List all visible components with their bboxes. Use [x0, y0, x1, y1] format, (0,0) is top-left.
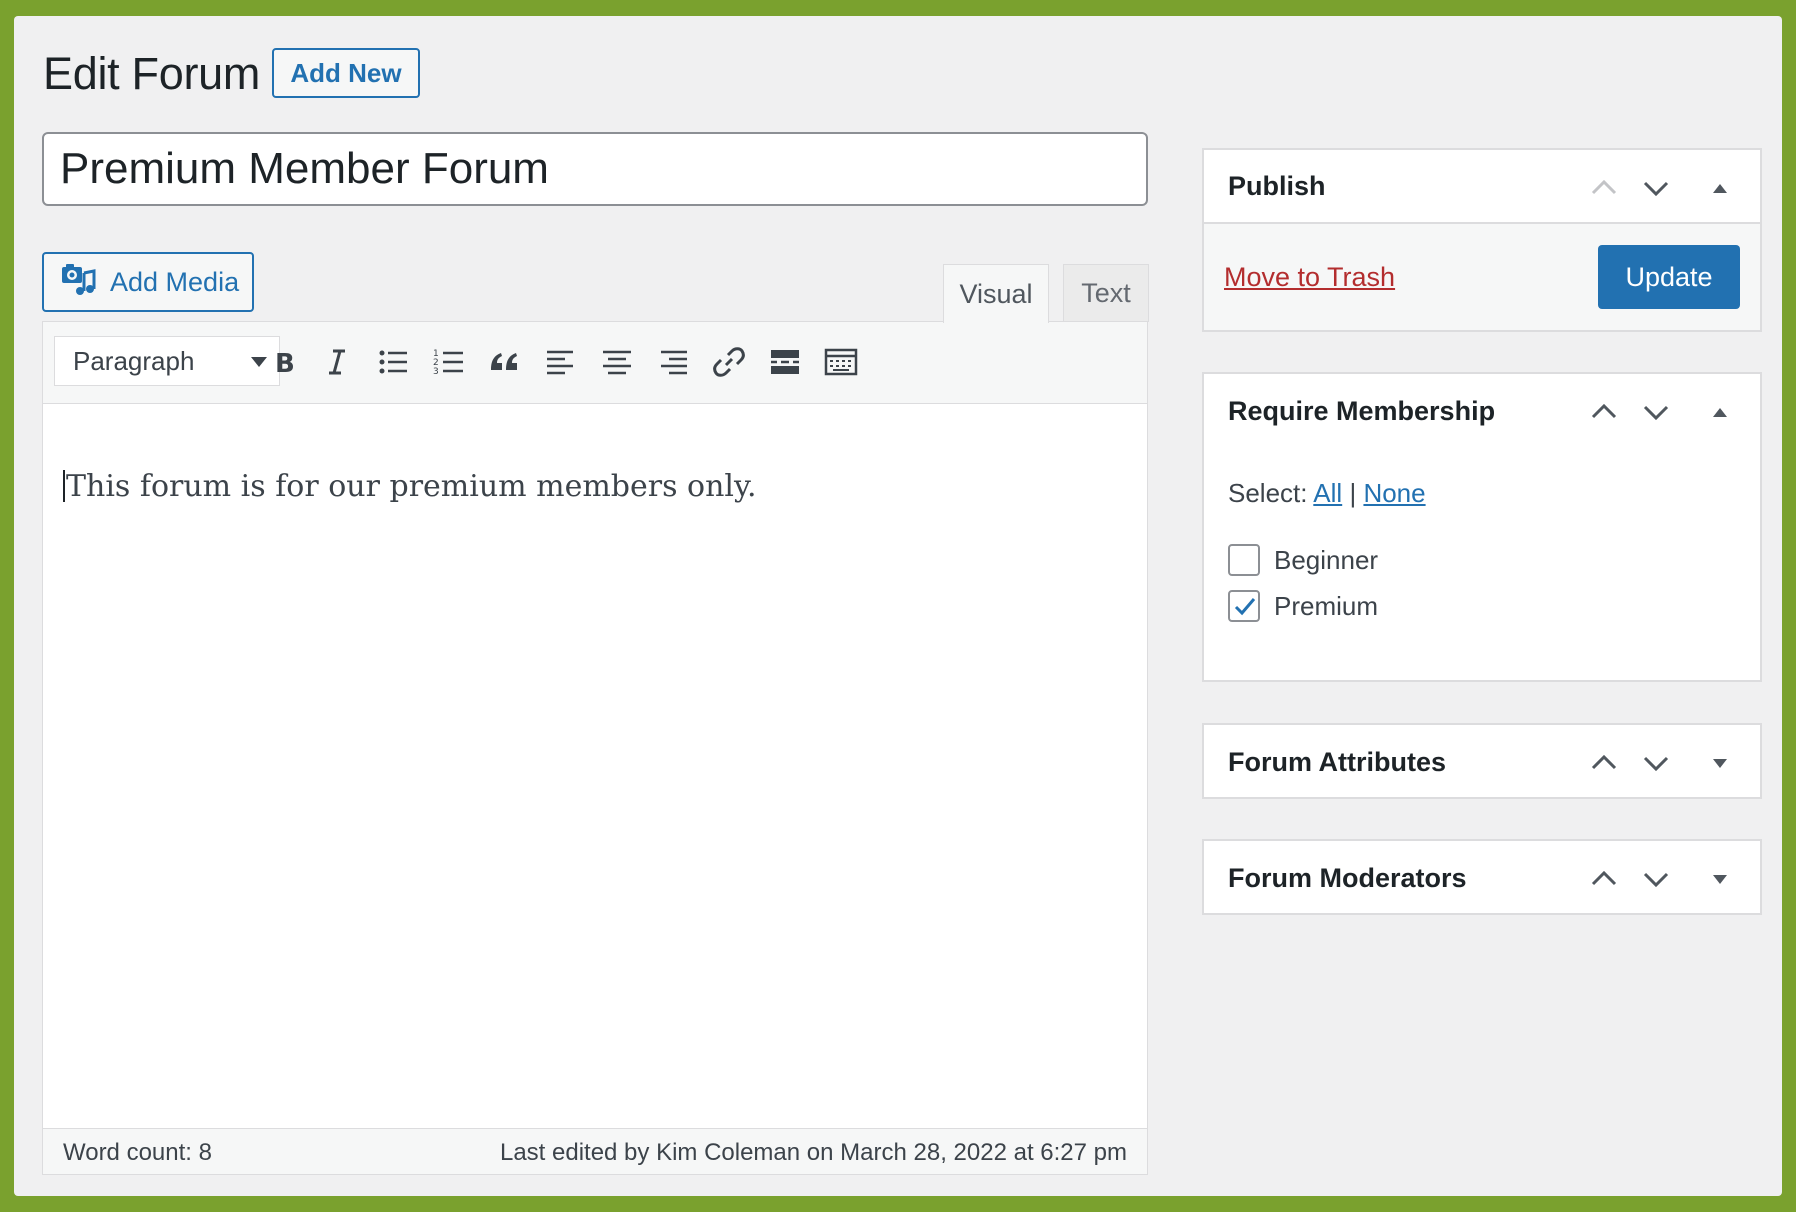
numbered-list-button[interactable]: 1 2 3	[427, 340, 471, 384]
level-label: Premium	[1274, 590, 1379, 621]
add-media-label: Add Media	[110, 266, 240, 297]
bold-button[interactable]: B	[261, 340, 305, 384]
italic-button[interactable]	[315, 340, 359, 384]
editor-statusbar: Word count: 8 Last edited by Kim Coleman…	[43, 1128, 1147, 1174]
chevron-down-icon	[1643, 405, 1669, 421]
triangle-down-icon	[1713, 875, 1727, 884]
beginner-checkbox[interactable]	[1228, 544, 1260, 576]
svg-text:3: 3	[433, 367, 439, 377]
align-center-button[interactable]	[595, 340, 639, 384]
bulleted-list-icon	[379, 350, 407, 374]
select-all-link[interactable]: All	[1313, 478, 1342, 508]
toggle-panel-button[interactable]	[1698, 857, 1742, 901]
page-title: Edit Forum	[43, 48, 261, 99]
move-down-button[interactable]	[1634, 741, 1678, 785]
attributes-box-title: Forum Attributes	[1228, 746, 1446, 777]
add-new-button[interactable]: Add New	[272, 48, 420, 98]
format-select[interactable]: Paragraph	[54, 336, 280, 386]
moderators-box-header: Forum Moderators	[1204, 841, 1760, 915]
align-center-icon	[603, 350, 631, 375]
triangle-down-icon	[1713, 759, 1727, 768]
chevron-up-icon	[1591, 754, 1617, 770]
toolbar-toggle-button[interactable]	[819, 340, 863, 384]
publish-box: Publish Move to Trash Update	[1202, 148, 1762, 332]
level-premium[interactable]: Premium	[1228, 590, 1378, 622]
link-icon	[713, 347, 745, 377]
publish-box-title: Publish	[1228, 170, 1326, 201]
chevron-up-icon	[1591, 179, 1617, 195]
forum-attributes-box: Forum Attributes	[1202, 723, 1762, 799]
editor-toolbar: Paragraph B 1 2 3	[43, 322, 1147, 404]
link-button[interactable]	[707, 340, 751, 384]
premium-checkbox[interactable]	[1228, 590, 1260, 622]
bold-icon: B	[275, 349, 295, 379]
chevron-down-icon	[1643, 756, 1669, 772]
move-down-button[interactable]	[1634, 166, 1678, 210]
add-media-button[interactable]: Add Media	[42, 252, 254, 312]
moderators-box-title: Forum Moderators	[1228, 862, 1467, 893]
content-editor: Paragraph B 1 2 3 This forum is for our …	[42, 321, 1148, 1175]
italic-icon	[329, 349, 345, 375]
last-edited: Last edited by Kim Coleman on March 28, …	[499, 1139, 1127, 1166]
read-more-button[interactable]	[763, 340, 807, 384]
require-membership-box: Require Membership Select: All | None Be…	[1202, 372, 1762, 682]
level-beginner[interactable]: Beginner	[1228, 544, 1378, 576]
update-button[interactable]: Update	[1598, 245, 1740, 309]
editor-content[interactable]: This forum is for our premium members on…	[63, 469, 757, 504]
align-right-icon	[661, 350, 687, 375]
membership-box-title: Require Membership	[1228, 395, 1496, 426]
blockquote-icon	[491, 353, 517, 370]
chevron-up-icon	[1591, 403, 1617, 419]
text-cursor	[63, 470, 65, 502]
select-none-link[interactable]: None	[1363, 478, 1425, 508]
word-count: Word count: 8	[63, 1139, 212, 1166]
numbered-list-icon: 1 2 3	[433, 349, 463, 377]
toggle-panel-button[interactable]	[1698, 390, 1742, 434]
chevron-down-icon	[1643, 181, 1669, 197]
membership-box-header: Require Membership	[1204, 374, 1760, 448]
toggle-panel-button[interactable]	[1698, 166, 1742, 210]
publish-actions: Move to Trash Update	[1204, 224, 1760, 330]
content-text: This forum is for our premium members on…	[66, 469, 757, 504]
forum-moderators-box: Forum Moderators	[1202, 839, 1762, 915]
attributes-box-header: Forum Attributes	[1204, 725, 1760, 799]
move-down-button[interactable]	[1634, 390, 1678, 434]
format-select-value: Paragraph	[73, 345, 195, 376]
triangle-up-icon	[1713, 408, 1727, 417]
move-to-trash-link[interactable]: Move to Trash	[1224, 262, 1395, 293]
admin-frame: Edit Forum Add New Add Media Visual Text…	[14, 16, 1782, 1196]
chevron-up-icon	[1591, 870, 1617, 886]
tab-visual[interactable]: Visual	[943, 264, 1049, 323]
checkmark-icon	[1234, 598, 1256, 616]
add-media-icon	[60, 261, 96, 304]
tab-text[interactable]: Text	[1063, 264, 1149, 322]
svg-text:B: B	[275, 349, 295, 379]
select-prefix: Select:	[1228, 478, 1308, 508]
level-label: Beginner	[1274, 544, 1379, 575]
align-right-button[interactable]	[651, 340, 695, 384]
move-up-button[interactable]	[1582, 390, 1626, 434]
align-left-button[interactable]	[539, 340, 583, 384]
blockquote-button[interactable]	[483, 340, 527, 384]
bulleted-list-button[interactable]	[371, 340, 415, 384]
read-more-icon	[771, 350, 799, 374]
triangle-up-icon	[1713, 184, 1727, 193]
toggle-panel-button[interactable]	[1698, 741, 1742, 785]
publish-box-header: Publish	[1204, 150, 1760, 224]
select-separator: |	[1349, 478, 1357, 508]
forum-title-input[interactable]	[42, 132, 1148, 206]
move-up-button[interactable]	[1582, 741, 1626, 785]
chevron-down-icon	[1643, 872, 1669, 888]
select-line: Select: All | None	[1228, 478, 1426, 509]
align-left-icon	[547, 350, 573, 375]
move-up-button[interactable]	[1582, 166, 1626, 210]
move-up-button[interactable]	[1582, 857, 1626, 901]
toolbar-toggle-icon	[824, 348, 858, 376]
move-down-button[interactable]	[1634, 857, 1678, 901]
